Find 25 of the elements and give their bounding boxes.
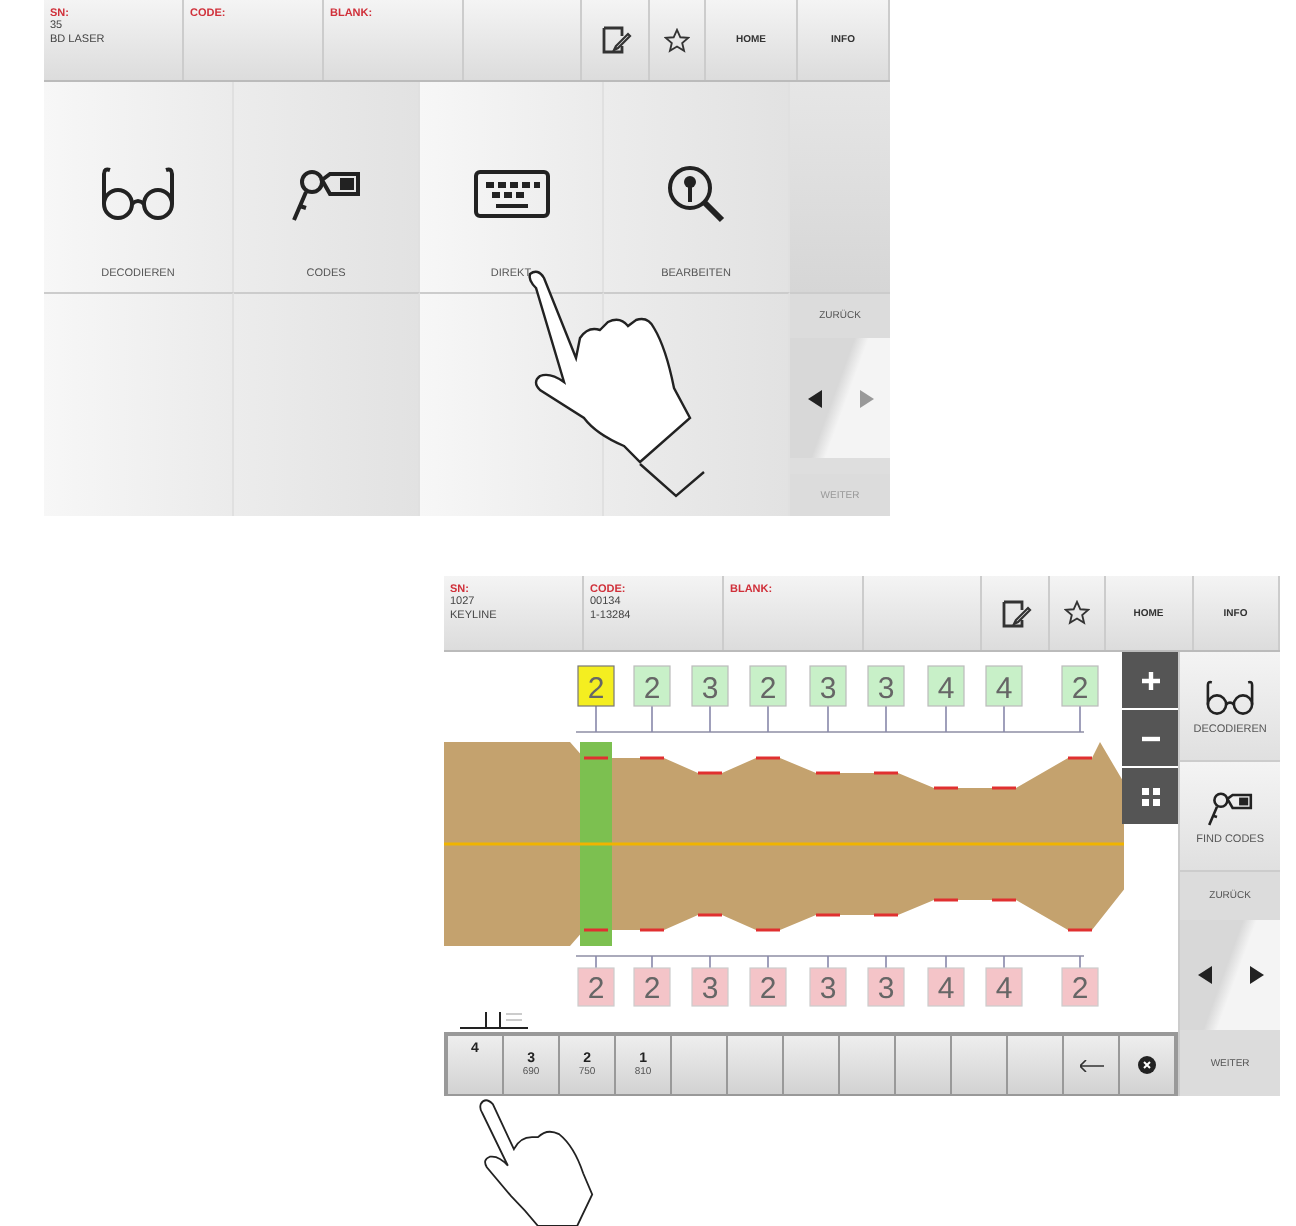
star-icon (664, 27, 690, 53)
left-arrow-icon[interactable] (807, 389, 823, 407)
edit-icon (599, 24, 631, 56)
favorite-button[interactable] (1050, 576, 1106, 650)
star-icon (1064, 600, 1090, 626)
favorite-button[interactable] (650, 0, 706, 80)
key-tag-icon (1204, 787, 1257, 827)
key-tag-icon (286, 164, 366, 224)
fit-view-button[interactable] (1122, 768, 1179, 824)
keypad-key[interactable] (1120, 1036, 1175, 1094)
backspace-arrow-icon (1079, 1059, 1104, 1071)
glasses-icon (98, 164, 178, 224)
glasses-icon (1204, 677, 1257, 717)
edit-button[interactable] (582, 0, 650, 80)
right-arrow-icon[interactable] (1247, 966, 1264, 984)
zoom-in-button[interactable] (1122, 652, 1179, 708)
keyboard-icon (471, 164, 551, 224)
zoom-out-button[interactable] (1122, 710, 1179, 766)
left-arrow-icon[interactable] (1197, 966, 1214, 984)
clear-icon (1138, 1056, 1157, 1074)
minus-icon (1141, 735, 1160, 741)
plus-icon (1141, 671, 1160, 689)
edit-icon (999, 597, 1031, 629)
edit-button[interactable] (982, 576, 1050, 650)
grid-icon (1141, 787, 1160, 805)
